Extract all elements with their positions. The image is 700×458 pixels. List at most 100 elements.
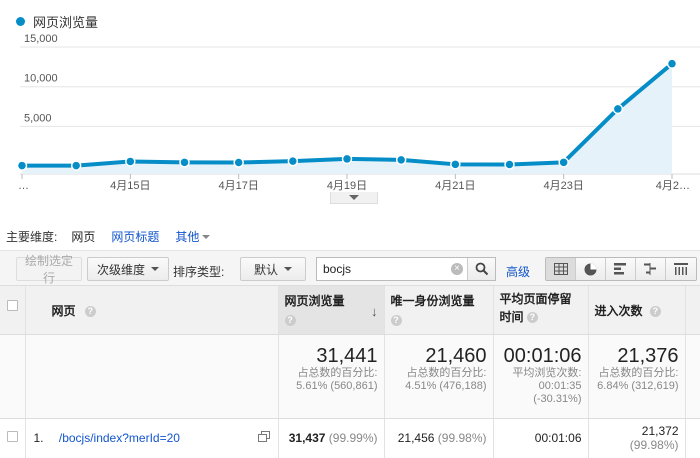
row-avg-time: 00:01:06	[493, 418, 589, 458]
totals-empty-cell	[25, 334, 279, 419]
help-icon[interactable]: ?	[284, 315, 296, 326]
series-line	[22, 62, 674, 168]
plot-rows-button[interactable]: 绘制选定行	[16, 254, 82, 285]
performance-view-button[interactable]	[606, 258, 636, 280]
total-percent: 6.84% (312,619)	[597, 379, 679, 392]
legend-dot	[16, 17, 25, 26]
dimension-option-page-title[interactable]: 网页标题	[111, 228, 159, 245]
data-point[interactable]	[233, 157, 244, 168]
column-header-entrances[interactable]: 进入次数 ?	[588, 286, 686, 335]
data-point[interactable]	[70, 160, 82, 171]
pie-view-button[interactable]	[576, 258, 606, 280]
column-header-overflow	[685, 286, 700, 335]
advanced-filter-link[interactable]: 高级	[506, 263, 530, 280]
x-tick-label: 4月23日	[543, 180, 583, 192]
row-page-link[interactable]: /bocjs/index?merId=20	[59, 431, 180, 445]
comparison-view-button[interactable]	[636, 258, 666, 280]
total-percent: 5.61% (560,861)	[296, 379, 378, 392]
sort-type-dropdown[interactable]: 默认	[240, 257, 306, 281]
row-unique-value: 21,456	[397, 431, 435, 445]
legend-label: 网页浏览量	[33, 15, 99, 30]
column-header-page[interactable]: 网页 ?	[25, 286, 279, 335]
row-entrances-percent: (99.98%)	[629, 438, 679, 452]
table-row: 1. /bocjs/index?merId=20 31,437 (99.99%)…	[0, 418, 700, 458]
help-icon[interactable]: ?	[526, 312, 538, 324]
help-icon[interactable]: ?	[390, 315, 402, 326]
totals-row: 31,441 占总数的百分比: 5.61% (560,861) 21,460 占…	[0, 334, 700, 419]
table-grid-icon	[553, 263, 568, 275]
total-value: 21,376	[617, 344, 679, 367]
dimension-option-other[interactable]: 其他	[175, 228, 211, 245]
x-tick-label: 4月21日	[435, 180, 475, 192]
select-all-cell	[0, 286, 26, 335]
chevron-down-icon	[349, 195, 359, 200]
table-header-row: 网页 ? 网页浏览量 ? ↓ 唯一身份浏览量 ? 平均页面停留时间 ? 进入次数…	[0, 286, 700, 335]
data-point[interactable]	[504, 159, 515, 170]
total-value: 21,460	[425, 344, 487, 367]
dimension-option-page[interactable]: 网页	[71, 228, 95, 245]
chart-canvas: 15,000 10,000 5,000 … 4月15日 4月17日 4月19日 4月21日 4月…	[16, 33, 700, 192]
data-point[interactable]	[16, 160, 28, 171]
help-icon[interactable]: ?	[649, 306, 661, 318]
open-page-icon[interactable]	[257, 430, 270, 442]
row-index: 1.	[33, 431, 44, 445]
total-pageviews: 31,441 占总数的百分比: 5.61% (560,861)	[278, 334, 385, 419]
data-point[interactable]	[666, 58, 678, 69]
row-unique-pageviews: 21,456 (99.98%)	[384, 418, 494, 458]
help-icon[interactable]: ?	[84, 306, 96, 318]
column-header-avg-time[interactable]: 平均页面停留时间 ?	[493, 286, 589, 335]
x-tick-label: 4月2…	[656, 180, 690, 192]
pivot-icon	[674, 263, 688, 275]
total-label: 平均浏览次数:	[512, 366, 582, 379]
caret-down-icon	[202, 234, 211, 239]
search-button[interactable]	[467, 258, 495, 280]
total-label: 占总数的百分比:	[598, 366, 679, 379]
column-header-unique-pageviews[interactable]: 唯一身份浏览量 ?	[384, 286, 494, 335]
table-search: ×	[316, 257, 496, 281]
bar-chart-icon	[614, 263, 626, 275]
data-point[interactable]	[287, 155, 299, 167]
data-point[interactable]	[179, 157, 190, 168]
chart-collapse-handle[interactable]	[330, 192, 378, 204]
y-tick-label: 15,000	[24, 33, 58, 45]
data-point[interactable]	[612, 103, 624, 115]
caret-down-icon	[284, 267, 292, 271]
column-header-pageviews[interactable]: 网页浏览量 ? ↓	[278, 286, 385, 335]
pivot-view-button[interactable]	[666, 258, 696, 280]
row-entrances-value: 21,372	[641, 424, 679, 438]
select-all-checkbox[interactable]	[7, 300, 18, 311]
data-point[interactable]	[450, 159, 461, 170]
row-select-cell	[0, 418, 26, 458]
row-unique-percent: (99.98%)	[437, 431, 487, 445]
total-unique-pageviews: 21,460 占总数的百分比: 4.51% (476,188)	[384, 334, 494, 419]
row-pageviews: 31,437 (99.99%)	[278, 418, 385, 458]
data-point[interactable]	[558, 157, 569, 168]
x-tick-label: 4月15日	[110, 180, 150, 192]
sort-type-value: 默认	[253, 262, 278, 277]
clear-search-icon[interactable]: ×	[451, 263, 463, 275]
secondary-dimension-dropdown[interactable]: 次级维度	[87, 257, 169, 281]
data-point[interactable]	[125, 156, 136, 167]
search-icon	[475, 262, 488, 276]
sort-descending-icon: ↓	[371, 304, 378, 319]
total-label: 占总数的百分比:	[297, 366, 378, 379]
y-tick-label: 5,000	[24, 112, 52, 124]
row-checkbox[interactable]	[7, 431, 18, 442]
totals-empty-cell	[685, 334, 700, 419]
total-value: 31,441	[316, 344, 378, 367]
view-switcher	[545, 257, 697, 281]
row-entrances: 21,372 (99.98%)	[588, 418, 686, 458]
secondary-dimension-label: 次级维度	[96, 262, 145, 277]
x-tick-label: 4月17日	[218, 180, 258, 192]
row-overflow-cell	[685, 418, 700, 458]
data-point[interactable]	[395, 154, 407, 166]
data-point[interactable]	[341, 153, 353, 165]
table-search-input[interactable]	[317, 258, 467, 280]
timeline-chart: 15,000 10,000 5,000 … 4月15日 4月17日 4月19日 4月21日 4月…	[0, 0, 700, 205]
table-toolbar: 绘制选定行 次级维度 排序类型: 默认 × 高级	[0, 250, 700, 286]
row-pageviews-percent: (99.99%)	[328, 431, 378, 445]
chart-legend: 网页浏览量	[16, 12, 98, 31]
total-percent: (-30.31%)	[533, 392, 582, 405]
row-pageviews-value: 31,437	[288, 431, 326, 445]
table-view-button[interactable]	[546, 258, 576, 280]
